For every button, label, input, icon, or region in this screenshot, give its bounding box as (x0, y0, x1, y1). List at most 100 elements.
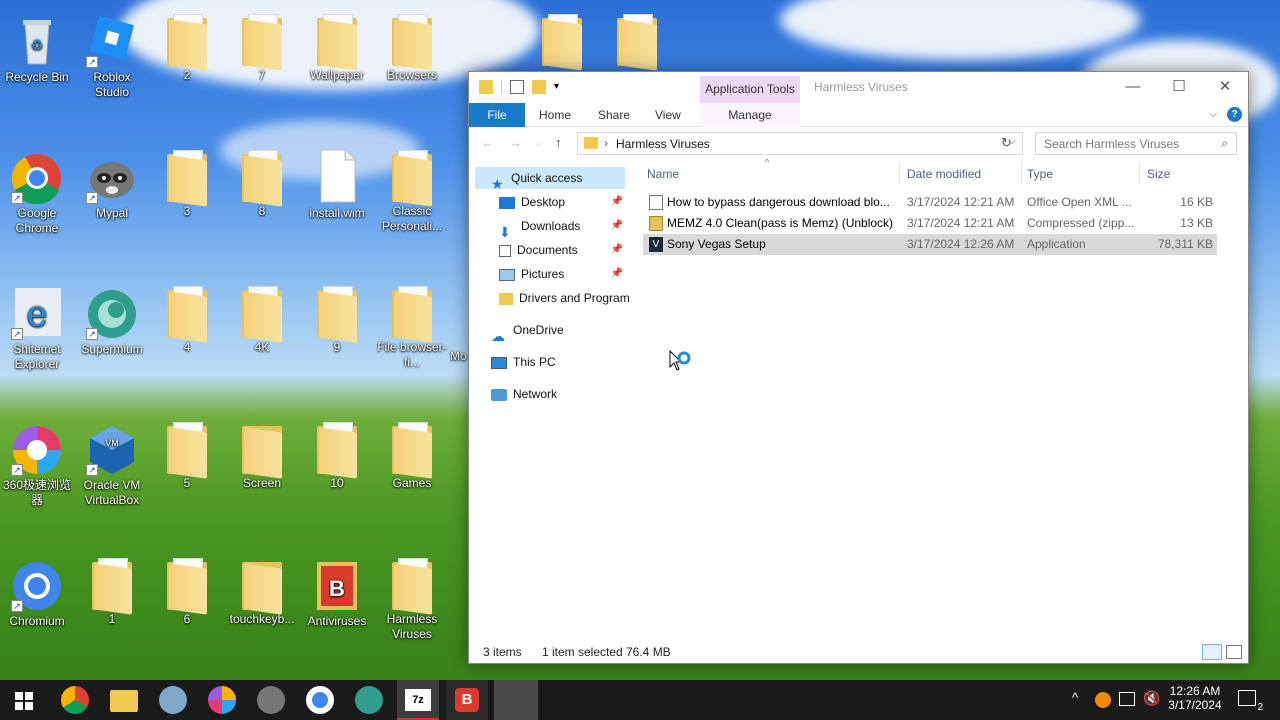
action-center-icon[interactable]: 2 (1238, 690, 1263, 713)
mypal-taskbar-icon[interactable] (257, 686, 285, 714)
column-header-size[interactable]: Size (1147, 167, 1170, 181)
close-button[interactable]: ✕ (1202, 72, 1248, 102)
folder-games[interactable]: Games (375, 420, 449, 491)
maximize-button[interactable]: ☐ (1156, 72, 1202, 102)
up-arrow-icon[interactable]: ↑ (555, 135, 562, 150)
minimize-button[interactable]: — (1110, 72, 1156, 102)
recycle-bin-shortcut[interactable]: ♻ Recycle Bin (0, 12, 74, 85)
nav-downloads[interactable]: ⬇ Downloads 📌 (499, 215, 627, 237)
search-input[interactable]: Search Harmless Viruses ⌕ (1035, 132, 1237, 155)
volume-muted-icon[interactable]: 🔇 (1143, 690, 1160, 707)
file-explorer-taskbar-icon[interactable] (110, 690, 138, 712)
nav-pictures[interactable]: Pictures 📌 (499, 263, 627, 285)
customize-toolbar-chevron-icon[interactable]: ▾ (554, 80, 568, 94)
clock-time: 12:26 AM (1169, 684, 1221, 698)
tab-view[interactable]: View (655, 103, 681, 127)
windows-start-icon[interactable] (15, 692, 33, 710)
supermium-taskbar-icon[interactable] (355, 686, 383, 714)
supermium-shortcut[interactable]: ↗ Supermium (75, 284, 149, 357)
nav-documents[interactable]: Documents 📌 (499, 239, 627, 261)
breadcrumb-chevron-icon[interactable]: › (604, 136, 608, 150)
google-chrome-shortcut[interactable]: ↗ Google Chrome (0, 148, 74, 236)
column-header-name[interactable]: Name (647, 167, 679, 181)
360-browser-taskbar-icon[interactable] (208, 686, 236, 714)
file-row[interactable]: MEMZ 4.0 Clean(pass is Memz) (Unblock) 3… (643, 213, 1217, 234)
desktop-icon-label: Mypal (95, 206, 128, 220)
properties-icon[interactable] (510, 80, 524, 94)
folder-3[interactable]: 3 (150, 148, 224, 219)
forward-arrow-icon[interactable]: → (509, 135, 522, 150)
details-view-icon[interactable] (1202, 644, 1222, 660)
desktop-icon-label: 4 (183, 340, 191, 354)
360-browser-shortcut[interactable]: ↗ 360极速浏览器 (0, 420, 74, 508)
clock[interactable]: 12:26 AM 3/17/2024 (1164, 684, 1226, 712)
folder-icon (390, 148, 434, 207)
tab-manage[interactable]: Manage (700, 103, 800, 127)
nav-network[interactable]: Network (491, 383, 625, 405)
tab-file[interactable]: File (469, 103, 525, 127)
folder-4[interactable]: 4 (150, 284, 224, 355)
nav-quick-access[interactable]: ★ Quick access (475, 167, 625, 189)
nav-desktop[interactable]: Desktop 📌 (499, 191, 627, 213)
taskbar-explorer-window[interactable] (494, 680, 538, 720)
folder-2[interactable]: 2 (150, 12, 224, 83)
mypal-shortcut[interactable]: ↗ Mypal (75, 148, 149, 221)
nav-drivers-and-programs[interactable]: Drivers and Program (499, 287, 629, 309)
folder-8[interactable]: 8 (225, 148, 299, 219)
folder-4k[interactable]: 4K (225, 284, 299, 355)
folder-classic-personalization[interactable]: Classic Personali... (375, 148, 449, 234)
folder-wallpaper[interactable]: Wallpaper (300, 12, 374, 83)
folder-top-extra-1[interactable] (525, 12, 599, 71)
nav-this-pc[interactable]: This PC (491, 351, 625, 373)
chromium-shortcut[interactable]: ↗ Chromium (0, 556, 74, 629)
file-row-selected[interactable]: V Sony Vegas Setup 3/17/2024 12:26 AM Ap… (643, 234, 1217, 255)
column-separator[interactable] (899, 163, 900, 185)
folder-6[interactable]: 6 (150, 556, 224, 627)
nav-onedrive[interactable]: ☁ OneDrive (491, 319, 625, 341)
address-bar[interactable]: › Harmless Viruses ⌵ (577, 132, 1023, 155)
network-tray-icon[interactable] (1119, 692, 1135, 706)
paint-taskbar-icon[interactable] (159, 686, 187, 714)
tab-share[interactable]: Share (598, 103, 630, 127)
taskbar-7zip-active[interactable]: 7z (397, 680, 439, 720)
column-header-date[interactable]: Date modified (907, 167, 981, 181)
oracle-vm-virtualbox-shortcut[interactable]: VM ↗ Oracle VM VirtualBox (75, 420, 149, 508)
chrome-taskbar-icon[interactable] (61, 686, 89, 714)
new-folder-icon[interactable] (532, 80, 546, 94)
folder-touchkeyb[interactable]: touchkeyb... (225, 556, 299, 627)
file-row[interactable]: How to bypass dangerous download blo... … (643, 192, 1217, 213)
folder-icon (240, 12, 284, 71)
column-separator[interactable] (1021, 163, 1022, 185)
install-wim-file[interactable]: install.wim (300, 148, 374, 221)
folder-screen[interactable]: Screen (225, 420, 299, 491)
folder-browsers[interactable]: Browsers (375, 12, 449, 83)
folder-9[interactable]: 9 (300, 284, 374, 355)
back-arrow-icon[interactable]: ← (481, 135, 494, 150)
recent-locations-chevron-icon[interactable]: ⌵ (535, 138, 542, 149)
column-separator[interactable] (1139, 163, 1140, 185)
folder-7[interactable]: 7 (225, 12, 299, 83)
breadcrumb-current[interactable]: Harmless Viruses (616, 137, 710, 151)
folder-1[interactable]: 1 (75, 556, 149, 627)
folder-5[interactable]: 5 (150, 420, 224, 491)
tray-app-icon[interactable] (1095, 692, 1111, 708)
column-header-type[interactable]: Type (1027, 167, 1053, 181)
folder-harmless-viruses[interactable]: Harmless Viruses (375, 556, 449, 642)
roblox-studio-shortcut[interactable]: ↗ Roblox Studio (75, 12, 149, 100)
large-icons-view-icon[interactable] (1226, 645, 1242, 659)
tab-home[interactable]: Home (539, 103, 571, 127)
taskbar-antivirus-app[interactable]: B (446, 680, 488, 720)
chromium-taskbar-icon[interactable] (306, 686, 334, 714)
refresh-icon[interactable]: ↻ (1001, 135, 1012, 151)
expand-ribbon-chevron-icon[interactable]: ⌵ (1209, 109, 1217, 120)
shitemet-explorer-shortcut[interactable]: e ↗ Shitemet Explorer (0, 284, 74, 372)
desktop-icon (499, 196, 515, 209)
show-hidden-icons-chevron-icon[interactable]: ^ (1072, 690, 1078, 705)
folder-10[interactable]: 10 (300, 420, 374, 491)
folder-file-browser[interactable]: File browser-fi... (375, 284, 449, 370)
help-icon[interactable]: ? (1227, 107, 1242, 122)
folder-top-extra-2[interactable] (600, 12, 674, 71)
file-explorer-window[interactable]: ▾ Application Tools Harmless Viruses — ☐… (468, 71, 1249, 664)
folder-antiviruses[interactable]: B Antiviruses (300, 556, 374, 629)
title-bar[interactable]: ▾ Application Tools Harmless Viruses — ☐… (469, 72, 1248, 103)
